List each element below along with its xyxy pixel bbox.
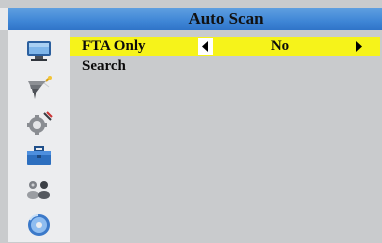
title-bar: Auto Scan (0, 8, 382, 30)
title-bar-cap (0, 8, 8, 30)
fta-only-label: FTA Only (82, 38, 146, 54)
sidebar (8, 30, 70, 242)
toolbox-icon[interactable] (24, 143, 54, 169)
disc-media-icon[interactable] (24, 212, 54, 238)
game-controller-icon[interactable] (24, 176, 54, 202)
menu-panel: FTA Only No Search (70, 30, 382, 242)
search-label: Search (82, 58, 126, 74)
satellite-dish-icon[interactable] (24, 75, 54, 101)
arrow-left-icon[interactable] (198, 38, 213, 55)
arrow-right-icon[interactable] (351, 37, 367, 56)
search-row[interactable]: Search (70, 57, 380, 76)
tv-monitor-icon[interactable] (24, 38, 54, 64)
fta-only-row[interactable]: FTA Only No (70, 37, 380, 56)
page-title: Auto Scan (188, 9, 264, 28)
gear-settings-icon[interactable] (24, 110, 54, 136)
fta-only-value: No (270, 38, 290, 54)
auto-scan-screen: Auto Scan FTA Only No Search (0, 0, 382, 242)
